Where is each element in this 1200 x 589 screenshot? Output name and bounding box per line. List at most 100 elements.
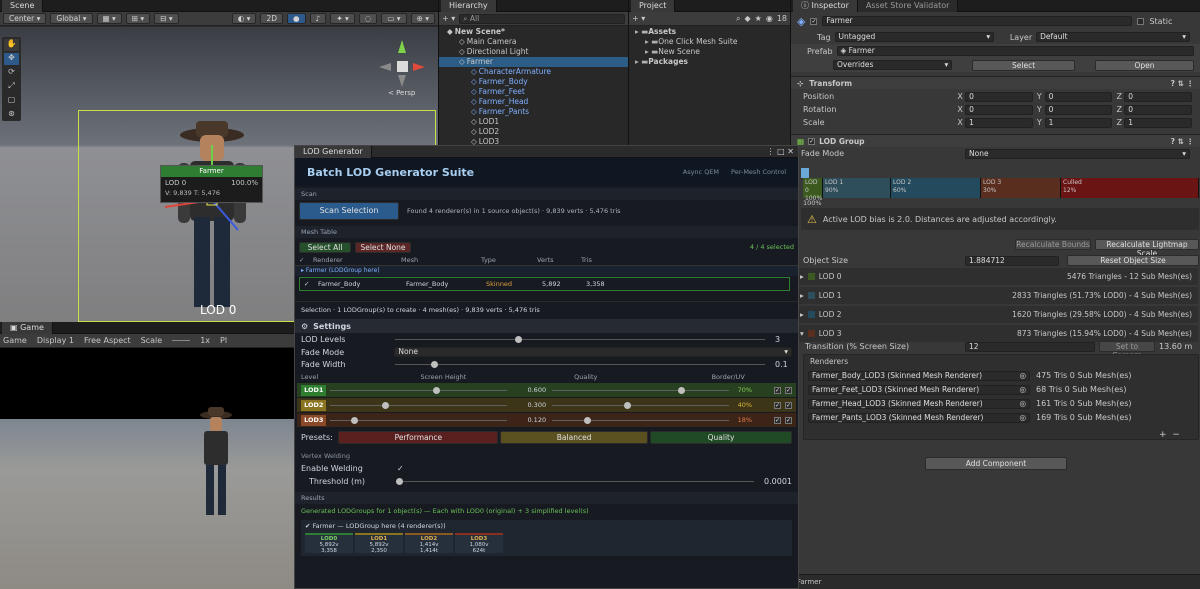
screen-height-value[interactable]: 0.300 xyxy=(507,401,546,409)
lod-levels-knob[interactable] xyxy=(515,336,522,343)
renderer-field[interactable]: Farmer_Head_LOD3 (Skinned Mesh Renderer)… xyxy=(808,398,1030,409)
foldout-icon[interactable]: ▸ xyxy=(800,291,804,300)
label-icon[interactable]: ★ xyxy=(755,14,762,23)
gizmos-icon[interactable]: ⊕ ▾ xyxy=(410,13,435,24)
fade-width-value[interactable]: 0.1 xyxy=(775,360,788,369)
threshold-slider[interactable] xyxy=(396,478,754,485)
scale-z-field[interactable]: 1 xyxy=(1124,117,1193,128)
project-search-icon[interactable]: ⌕ xyxy=(736,14,740,24)
display-number-dropdown[interactable]: Display 1 xyxy=(37,336,74,345)
lod-levels-slider[interactable] xyxy=(395,336,765,343)
scale-y-field[interactable]: 1 xyxy=(1044,117,1113,128)
position-z-field[interactable]: 0 xyxy=(1124,91,1193,102)
row-checkbox[interactable]: ✓ xyxy=(304,280,318,288)
hierarchy-tab[interactable]: Hierarchy xyxy=(441,0,497,12)
settings-header[interactable]: ⚙ Settings xyxy=(295,319,798,333)
select-all-button[interactable]: Select All xyxy=(299,241,351,253)
window-menu-icon[interactable]: ⋮ □ ✕ xyxy=(767,147,794,156)
hierarchy-item[interactable]: ◇ LOD1 xyxy=(439,117,628,127)
eye-icon[interactable]: ◉ xyxy=(766,14,773,23)
hierarchy-item[interactable]: ◇ Farmer_Pants xyxy=(439,107,628,117)
active-checkbox[interactable]: ✓ xyxy=(810,17,818,25)
threshold-knob[interactable] xyxy=(396,478,404,485)
screen-height-knob[interactable] xyxy=(381,401,389,409)
inspector-tab[interactable]: ⓘ Inspector xyxy=(793,0,858,12)
rect-tool-icon[interactable]: ▢ xyxy=(4,95,19,107)
game-display-dropdown[interactable]: Game xyxy=(3,336,27,345)
renderer-add-remove[interactable]: + − xyxy=(1159,430,1180,440)
quality-slider[interactable] xyxy=(552,386,729,394)
prefab-field[interactable]: ◈ Farmer xyxy=(836,46,1194,56)
visibility-icon[interactable]: ◌ xyxy=(358,13,378,24)
game-tab[interactable]: ▣ Game xyxy=(2,321,53,334)
hand-tool-icon[interactable]: ✋ xyxy=(4,39,19,51)
foldout-icon[interactable]: ▸ xyxy=(800,272,804,281)
screen-height-value[interactable]: 0.120 xyxy=(507,416,546,424)
shading-icon[interactable]: ◐ ▾ xyxy=(231,13,257,24)
lod-range-segment[interactable]: LOD 2 60% xyxy=(891,178,981,198)
uv-checkbox[interactable]: ✓ xyxy=(785,416,793,424)
threshold-value[interactable]: 0.0001 xyxy=(764,477,792,486)
quality-slider[interactable] xyxy=(552,401,729,409)
screen-height-value[interactable]: 0.600 xyxy=(507,386,546,394)
foldout-icon[interactable]: ▸ xyxy=(800,310,804,319)
add-icon[interactable]: + ▾ xyxy=(442,14,455,23)
quality-knob[interactable] xyxy=(678,386,686,394)
hierarchy-item[interactable]: ◇ LOD2 xyxy=(439,127,628,137)
header-checkbox[interactable]: ✓ xyxy=(299,256,313,264)
static-checkbox[interactable] xyxy=(1137,17,1145,25)
border-checkbox[interactable]: ✓ xyxy=(774,386,782,394)
inspector-lod-row[interactable]: ▸ LOD 0 5476 Triangles - 12 Sub Mesh(es) xyxy=(794,268,1198,285)
fade-width-knob[interactable] xyxy=(431,361,438,368)
generator-tab[interactable]: LOD Generator xyxy=(295,145,372,158)
tag-dropdown[interactable]: Untagged ▾ xyxy=(834,32,995,42)
prefab-open-button[interactable]: Open xyxy=(1095,59,1194,71)
rotation-z-field[interactable]: 0 xyxy=(1124,104,1193,115)
farmer-figure[interactable] xyxy=(150,105,270,325)
fade-width-slider[interactable] xyxy=(395,361,765,368)
fade-mode-dropdown[interactable]: None ▾ xyxy=(394,347,792,357)
scan-selection-button[interactable]: Scan Selection xyxy=(299,202,399,220)
object-size-field[interactable]: 1.884712 xyxy=(965,255,1059,266)
object-picker-icon[interactable]: ◎ xyxy=(1019,399,1026,408)
rotate-tool-icon[interactable]: ⟳ xyxy=(4,67,19,79)
camera-marker[interactable] xyxy=(801,168,809,178)
hierarchy-search[interactable]: ⌕ All xyxy=(459,13,625,24)
screen-height-slider[interactable] xyxy=(330,416,507,424)
border-checkbox[interactable]: ✓ xyxy=(774,416,782,424)
recalculate-bounds-button[interactable]: Recalculate Bounds xyxy=(1015,239,1091,250)
lod-range-bar[interactable]: LOD 0 100% LOD 1 90% LOD 2 60% LOD 3 30% Culled 1… xyxy=(803,178,1199,202)
prefab-select-button[interactable]: Select xyxy=(972,59,1076,71)
aspect-dropdown[interactable]: Free Aspect xyxy=(84,336,131,345)
preset-quality-button[interactable]: Quality xyxy=(650,431,793,444)
renderer-field[interactable]: Farmer_Pants_LOD3 (Skinned Mesh Renderer… xyxy=(808,412,1030,423)
hierarchy-item[interactable]: ◇ Farmer_Head xyxy=(439,97,628,107)
effects-icon[interactable]: ✦ ▾ xyxy=(330,13,355,24)
lod-range-segment[interactable]: LOD 0 100% xyxy=(803,178,823,202)
screen-height-knob[interactable] xyxy=(433,386,441,394)
rotation-x-field[interactable]: 0 xyxy=(965,104,1033,115)
quality-knob[interactable] xyxy=(584,416,592,424)
quality-value[interactable]: 18% xyxy=(729,416,752,424)
hierarchy-item[interactable]: ◇ Farmer xyxy=(439,57,628,67)
inspector-lod-row[interactable]: ▸ LOD 1 2833 Triangles (51.73% LOD0) - 4 … xyxy=(794,287,1198,304)
position-x-field[interactable]: 0 xyxy=(965,91,1033,102)
pivot-dropdown[interactable]: Center ▾ xyxy=(3,13,47,24)
uv-checkbox[interactable]: ✓ xyxy=(785,386,793,394)
transform-tool-icon[interactable]: ⊛ xyxy=(4,109,19,121)
set-to-camera-button[interactable]: Set to Camera xyxy=(1099,341,1155,360)
quality-value[interactable]: 40% xyxy=(729,401,752,409)
preset-balanced-button[interactable]: Balanced xyxy=(500,431,649,444)
move-tool-icon[interactable]: ✥ xyxy=(4,53,19,65)
screen-height-slider[interactable] xyxy=(330,386,507,394)
lod-range-segment[interactable]: LOD 1 90% xyxy=(823,178,891,198)
project-item[interactable]: ▸ ▬ New Scene xyxy=(629,47,790,57)
overrides-dropdown[interactable]: Overrides ▾ xyxy=(833,60,953,70)
game-viewport[interactable] xyxy=(0,407,294,589)
position-y-field[interactable]: 0 xyxy=(1044,91,1113,102)
filter-icon[interactable]: ◆ xyxy=(745,14,751,23)
audio-icon[interactable]: ♪ xyxy=(309,13,327,24)
screen-height-slider[interactable] xyxy=(330,401,507,409)
transform-menu-icon[interactable]: ? ⇅ ⋮ xyxy=(1171,77,1194,90)
lod-range-segment[interactable]: LOD 3 30% xyxy=(981,178,1061,198)
